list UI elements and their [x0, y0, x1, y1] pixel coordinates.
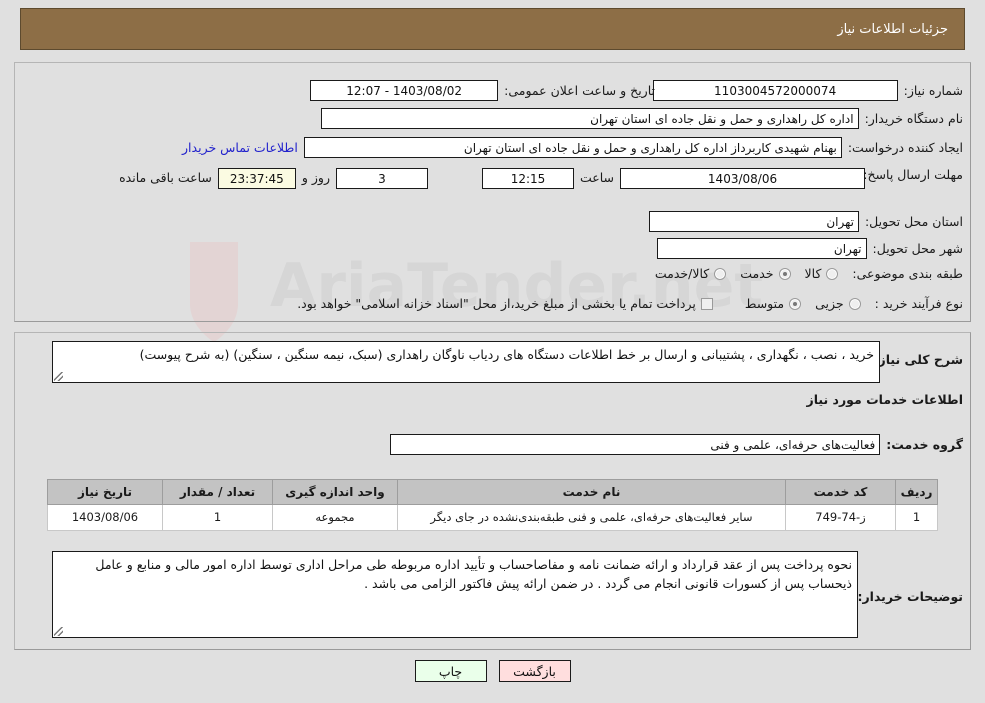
announce-datetime-label: تاریخ و ساعت اعلان عمومی:: [504, 83, 655, 98]
delivery-province-label: استان محل تحویل:: [864, 214, 963, 229]
requester-row: ایجاد کننده درخواست: بهنام شهیدی کاربردا…: [182, 137, 963, 158]
description-textarea[interactable]: خرید ، نصب ، نگهداری ، پشتیبانی و ارسال …: [52, 341, 880, 383]
radio-kala-khedmat-icon[interactable]: [714, 267, 727, 280]
deadline-label: مهلت ارسال پاسخ: تا تاریخ:: [818, 167, 963, 182]
cell-name: سایر فعالیت‌های حرفه‌ای، علمی و فنی طبقه…: [397, 503, 786, 532]
table-row: 1 ز-74-749 سایر فعالیت‌های حرفه‌ای، علمی…: [47, 503, 938, 532]
remaining-days-field: 3: [335, 168, 428, 189]
page-title: جزئیات اطلاعات نیاز: [837, 21, 948, 37]
requester-label: ایجاد کننده درخواست:: [847, 140, 963, 155]
purchase-type-label: نوع فرآیند خرید :: [874, 296, 963, 311]
col-radif: ردیف: [895, 479, 938, 505]
buyer-notes-label: توضیحات خریدار:: [857, 589, 963, 604]
countdown-label: ساعت باقی مانده: [119, 170, 212, 185]
category-option-kala-khedmat[interactable]: کالا/خدمت: [654, 266, 727, 281]
buyer-notes-textarea[interactable]: نحوه پرداخت پس از عقد قرارداد و ارائه ضم…: [52, 551, 858, 638]
print-button[interactable]: چاپ: [414, 660, 487, 682]
buyer-contact-link[interactable]: اطلاعات تماس خریدار: [182, 140, 298, 155]
description-label-wrap: شرح کلی نیاز:: [874, 352, 963, 367]
services-table: ردیف کد خدمت نام خدمت واحد اندازه گیری ت…: [47, 479, 938, 532]
treasury-docs-checkbox-label: پرداخت تمام یا بخشی از مبلغ خرید،از محل …: [297, 296, 696, 311]
deadline-row: مهلت ارسال پاسخ: تا تاریخ: 1403/08/06 سا…: [119, 166, 963, 189]
services-table-header-row: ردیف کد خدمت نام خدمت واحد اندازه گیری ت…: [47, 479, 938, 505]
delivery-province-row: استان محل تحویل: تهران: [648, 211, 963, 232]
service-group-row: گروه خدمت: فعالیت‌های حرفه‌ای، علمی و فن…: [390, 434, 963, 455]
buyer-org-field[interactable]: اداره کل راهداری و حمل و نقل جاده ای است…: [320, 108, 859, 129]
need-number-row: شماره نیاز: 1103004572000074: [652, 80, 963, 101]
radio-jozi-icon[interactable]: [848, 297, 861, 310]
announce-datetime-row: تاریخ و ساعت اعلان عمومی: 1403/08/02 - 1…: [310, 80, 655, 101]
purchase-type-row: نوع فرآیند خرید : جزیی متوسط پرداخت تمام…: [297, 296, 963, 311]
purchase-type-option-motevaset[interactable]: متوسط: [744, 296, 802, 311]
purchase-type-option-jozi[interactable]: جزیی: [815, 296, 861, 311]
category-label: طبقه بندی موضوعی:: [852, 266, 963, 281]
category-option-khedmat-label: خدمت: [740, 266, 774, 281]
service-group-field[interactable]: فعالیت‌های حرفه‌ای، علمی و فنی: [390, 434, 881, 455]
category-option-kala-label: کالا: [804, 266, 822, 281]
category-option-khedmat[interactable]: خدمت: [740, 266, 791, 281]
cell-date: 1403/08/06: [47, 503, 163, 532]
col-date: تاریخ نیاز: [47, 479, 163, 505]
description-label: شرح کلی نیاز:: [873, 352, 963, 367]
purchase-type-option-jozi-label: جزیی: [815, 296, 844, 311]
delivery-city-field[interactable]: تهران: [656, 238, 867, 259]
category-option-kala-khedmat-label: کالا/خدمت: [654, 266, 710, 281]
col-name: نام خدمت: [397, 479, 786, 505]
back-button[interactable]: بازگشت: [498, 660, 571, 682]
cell-unit: مجموعه: [272, 503, 398, 532]
window-title-bar: جزئیات اطلاعات نیاز: [20, 8, 965, 50]
delivery-province-field[interactable]: تهران: [648, 211, 859, 232]
services-section-title: اطلاعات خدمات مورد نیاز: [806, 392, 964, 407]
category-row: طبقه بندی موضوعی: کالا خدمت کالا/خدمت: [655, 266, 963, 281]
purchase-type-option-motevaset-label: متوسط: [744, 296, 785, 311]
service-group-label: گروه خدمت:: [886, 437, 963, 452]
col-code: کد خدمت: [785, 479, 896, 505]
radio-kala-icon[interactable]: [826, 267, 839, 280]
category-option-kala[interactable]: کالا: [805, 266, 839, 281]
treasury-docs-checkbox-icon[interactable]: [700, 297, 713, 310]
col-unit: واحد اندازه گیری: [272, 479, 398, 505]
hour-label: ساعت: [579, 170, 614, 185]
delivery-city-row: شهر محل تحویل: تهران: [656, 238, 963, 259]
top-info-panel: [14, 62, 971, 322]
col-qty: تعداد / مقدار: [162, 479, 273, 505]
need-number-label: شماره نیاز:: [903, 83, 963, 98]
radio-khedmat-icon[interactable]: [778, 267, 791, 280]
countdown-timer-field: 23:37:45: [217, 168, 296, 189]
cell-code: ز-74-749: [785, 503, 896, 532]
cell-radif: 1: [895, 503, 938, 532]
footer-button-bar: بازگشت چاپ: [0, 660, 985, 682]
requester-field[interactable]: بهنام شهیدی کاربرداز اداره کل راهداری و …: [303, 137, 842, 158]
deadline-time-field[interactable]: 12:15: [481, 168, 574, 189]
cell-qty: 1: [162, 503, 273, 532]
announce-datetime-field[interactable]: 1403/08/02 - 12:07: [310, 80, 499, 101]
delivery-city-label: شهر محل تحویل:: [872, 241, 963, 256]
page-root: AriaTender.net جزئیات اطلاعات نیاز شماره…: [0, 0, 985, 703]
treasury-docs-checkbox-group[interactable]: پرداخت تمام یا بخشی از مبلغ خرید،از محل …: [297, 296, 713, 311]
buyer-notes-label-wrap: توضیحات خریدار:: [857, 589, 963, 604]
deadline-date-field[interactable]: 1403/08/06: [620, 168, 865, 189]
days-label: روز و: [301, 170, 330, 185]
need-number-field[interactable]: 1103004572000074: [652, 80, 898, 101]
radio-motevaset-icon[interactable]: [789, 297, 802, 310]
buyer-org-row: نام دستگاه خریدار: اداره کل راهداری و حم…: [320, 108, 963, 129]
buyer-org-label: نام دستگاه خریدار:: [864, 111, 963, 126]
